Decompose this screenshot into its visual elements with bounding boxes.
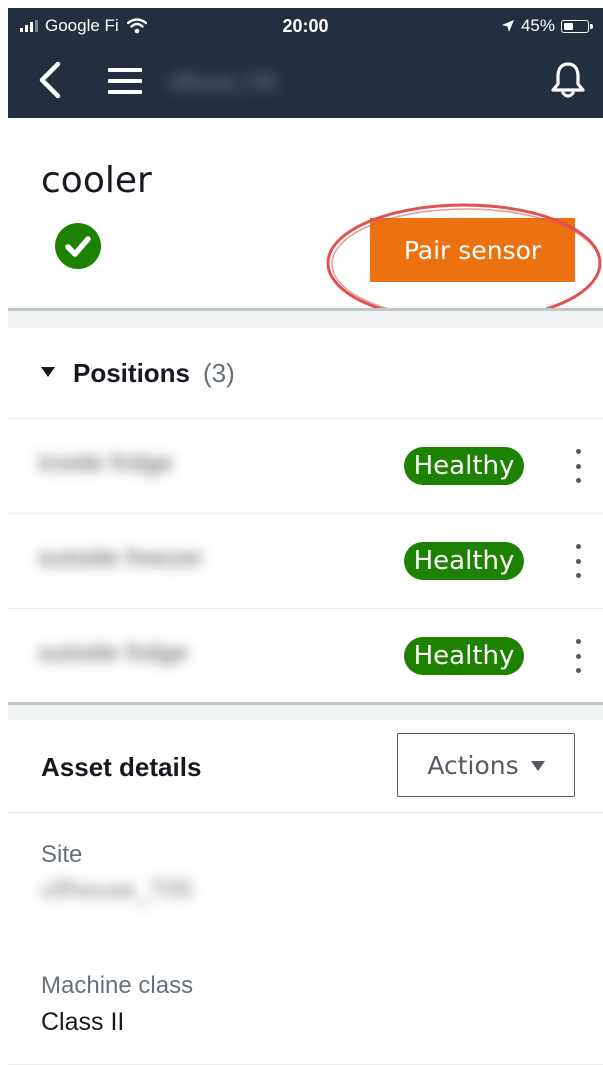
healthy-badge: Healthy	[404, 542, 524, 580]
asset-header: cooler Pair sensor	[8, 118, 603, 323]
back-arrow-icon[interactable]	[32, 60, 68, 100]
position-row[interactable]: inside fridge Healthy	[8, 419, 603, 514]
more-options-icon[interactable]	[568, 639, 588, 673]
nav-bar: ctfhouse_T05	[8, 44, 603, 118]
battery-status: 45%	[501, 16, 593, 36]
hamburger-menu-icon[interactable]	[106, 64, 144, 98]
battery-icon	[561, 19, 593, 33]
position-name: outside freezer	[38, 544, 204, 572]
asset-status-ok-icon	[55, 223, 101, 269]
app-frame: Google Fi 20:00 45% ctfhouse_T05 cooler …	[8, 8, 603, 1065]
actions-label: Actions	[427, 750, 519, 780]
status-bar: Google Fi 20:00 45%	[8, 8, 603, 44]
section-gap	[8, 311, 603, 328]
battery-percent: 45%	[520, 16, 555, 35]
location-arrow-icon	[501, 20, 514, 32]
site-label: Site	[41, 841, 83, 868]
positions-header[interactable]: Positions (3)	[8, 328, 603, 419]
position-row[interactable]: outside fridge Healthy	[8, 609, 603, 704]
more-options-icon[interactable]	[568, 449, 588, 483]
asset-details-title: Asset details	[41, 752, 202, 782]
section-gap	[8, 705, 603, 720]
asset-name: cooler	[41, 160, 152, 201]
caret-down-icon	[41, 367, 55, 377]
machine-class-value: Class II	[41, 1008, 125, 1036]
site-value: ctfhouse_T05	[41, 876, 193, 904]
notifications-bell-icon[interactable]	[549, 60, 587, 100]
healthy-badge: Healthy	[404, 637, 524, 675]
positions-title: Positions	[73, 358, 191, 388]
caret-down-icon	[530, 761, 545, 771]
healthy-badge: Healthy	[404, 447, 524, 485]
position-row[interactable]: outside freezer Healthy	[8, 514, 603, 609]
site-name: ctfhouse_T05	[168, 72, 278, 92]
top-header: Google Fi 20:00 45% ctfhouse_T05	[8, 8, 603, 118]
actions-dropdown-button[interactable]: Actions	[397, 733, 575, 797]
machine-class-label: Machine class	[41, 972, 194, 999]
position-name: inside fridge	[38, 449, 173, 477]
position-name: outside fridge	[38, 639, 189, 667]
more-options-icon[interactable]	[568, 544, 588, 578]
pair-sensor-button[interactable]: Pair sensor	[370, 218, 575, 282]
asset-details-header: Asset details Actions	[8, 720, 603, 813]
positions-count: (3)	[203, 358, 235, 388]
